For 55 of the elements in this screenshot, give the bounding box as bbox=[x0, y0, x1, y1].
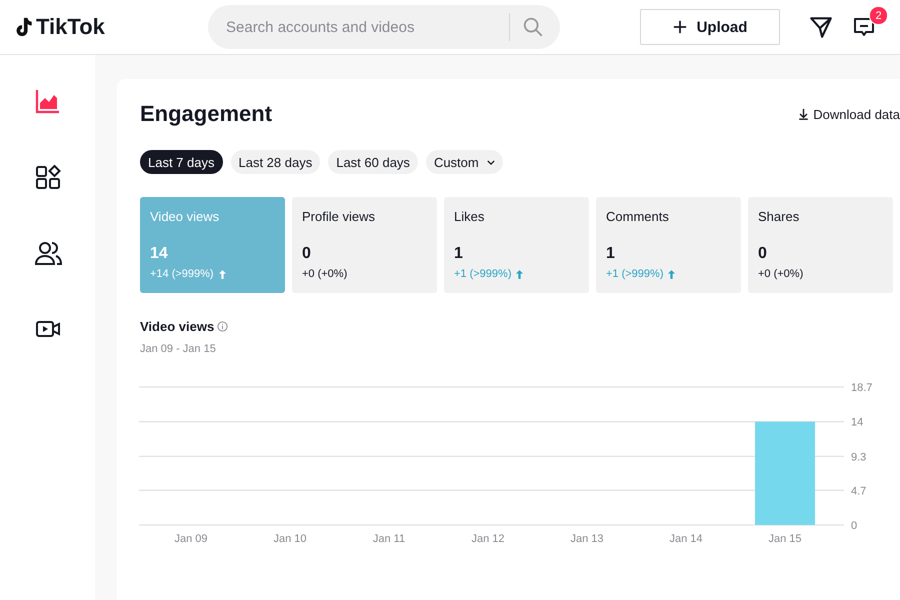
notification-badge: 2 bbox=[869, 6, 888, 25]
logo-text[interactable]: TikTok bbox=[36, 14, 105, 40]
metric-card[interactable]: Shares 0 +0 (+0%) bbox=[748, 197, 893, 293]
metric-value: 1 bbox=[606, 245, 616, 263]
chart-icon bbox=[34, 87, 62, 115]
x-axis-label: Jan 09 bbox=[174, 533, 208, 545]
x-axis-label: Jan 12 bbox=[471, 533, 505, 545]
apps-icon bbox=[34, 163, 62, 191]
metric-value: 1 bbox=[454, 245, 464, 263]
metric-change: +1 (>999%) bbox=[454, 268, 579, 280]
download-link[interactable]: Download data bbox=[798, 106, 900, 122]
metric-change: +14 (>999%) bbox=[150, 268, 275, 280]
metric-value: 0 bbox=[758, 245, 768, 263]
search-field[interactable]: Search accounts and videos bbox=[224, 18, 501, 36]
up-arrow-icon bbox=[516, 270, 524, 278]
metric-change: +0 (+0%) bbox=[758, 268, 804, 280]
metric-value: 14 bbox=[150, 245, 169, 263]
metric-label: Profile views bbox=[302, 209, 376, 224]
people-icon bbox=[34, 239, 62, 267]
y-axis-label: 4.7 bbox=[851, 485, 866, 498]
page-title: Engagement bbox=[140, 101, 272, 127]
metric-value: 0 bbox=[302, 245, 312, 263]
metric-label: Shares bbox=[758, 209, 800, 224]
date-range-tab[interactable]: Last 7 days bbox=[140, 150, 222, 174]
x-axis-label: Jan 11 bbox=[372, 533, 406, 545]
upload-button[interactable]: Upload bbox=[640, 9, 780, 45]
date-range-text: Jan 09 - Jan 15 bbox=[140, 343, 217, 355]
up-arrow-icon bbox=[218, 270, 226, 278]
plus-icon bbox=[672, 20, 687, 34]
metric-label: Comments bbox=[606, 209, 670, 224]
y-axis-label: 18.7 bbox=[851, 382, 872, 394]
x-axis-label: Jan 13 bbox=[570, 533, 604, 545]
y-axis-label: 0 bbox=[851, 520, 858, 532]
metric-card[interactable]: Comments 1 +1 (>999%) bbox=[596, 197, 741, 293]
up-arrow-icon bbox=[668, 270, 676, 278]
x-axis-label: Jan 10 bbox=[273, 533, 307, 545]
metric-change: +0 (+0%) bbox=[302, 268, 348, 280]
search-bar[interactable]: Search accounts and videos bbox=[208, 5, 560, 49]
x-axis-label: Jan 15 bbox=[768, 533, 802, 545]
date-range-tab[interactable]: Last 28 days bbox=[230, 150, 320, 174]
caret-icon bbox=[486, 160, 495, 164]
metric-label: Video views bbox=[150, 209, 220, 224]
chart-title: Video views bbox=[140, 319, 214, 334]
info-icon[interactable] bbox=[217, 321, 228, 332]
metric-card[interactable]: Likes 1 +1 (>999%) bbox=[444, 197, 589, 293]
x-axis-label: Jan 14 bbox=[669, 533, 703, 545]
metric-change: +1 (>999%) bbox=[606, 268, 731, 280]
date-range-tab[interactable]: Custom bbox=[426, 150, 503, 174]
metric-card[interactable]: Profile views 0 +0 (+0%) bbox=[292, 197, 437, 293]
y-axis-label: 9.3 bbox=[851, 451, 866, 464]
message-icon[interactable] bbox=[852, 15, 876, 39]
metric-label: Likes bbox=[454, 209, 486, 224]
date-range-tab[interactable]: Last 60 days bbox=[328, 150, 418, 174]
y-axis-label: 14 bbox=[851, 416, 864, 429]
download-icon bbox=[798, 108, 810, 120]
